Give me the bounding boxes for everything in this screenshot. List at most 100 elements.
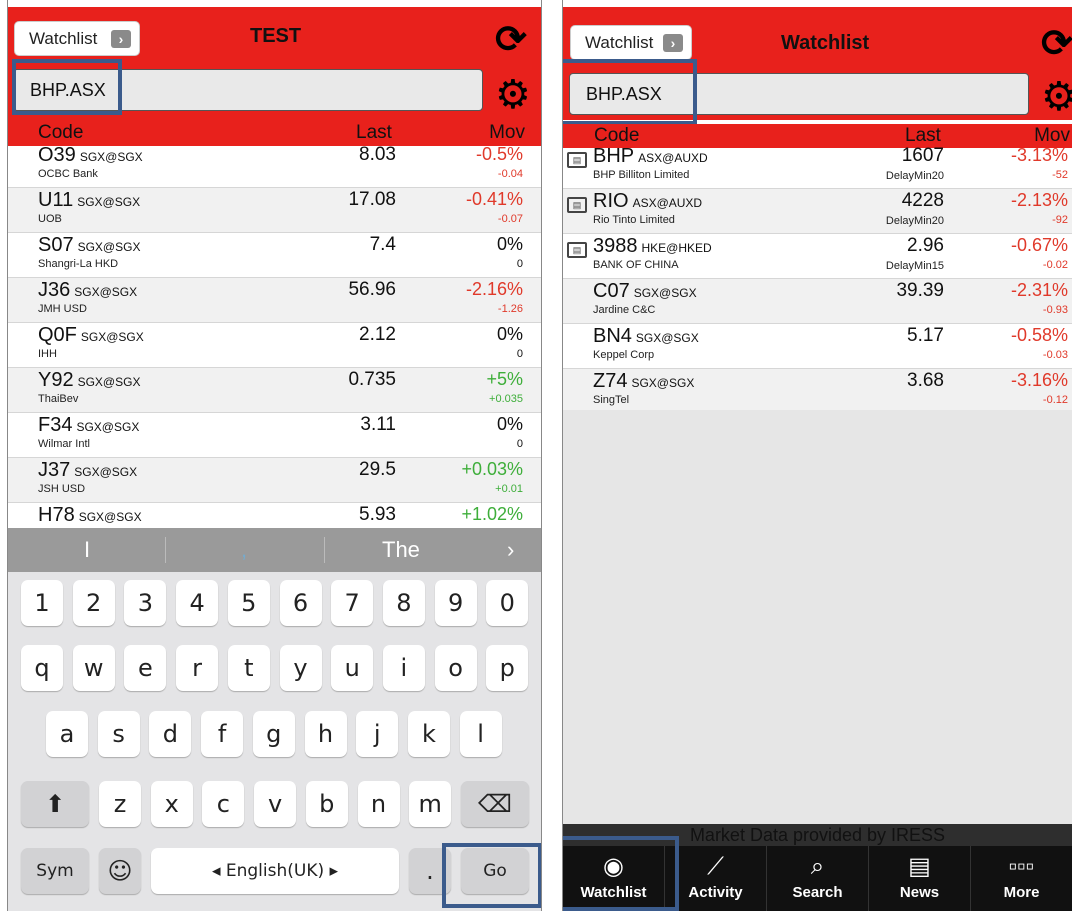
row-mov: -0.58% (1010, 325, 1068, 345)
key-7[interactable]: 7 (331, 580, 374, 626)
key-1[interactable]: 1 (21, 580, 63, 626)
key-2[interactable]: 2 (72, 580, 115, 626)
key-3[interactable]: 3 (124, 580, 167, 626)
table-row[interactable]: S07 SGX@SGX Shangri-La HKD 7.4 0% 0 (8, 233, 541, 278)
col-code: Code (38, 122, 84, 143)
chevron-right-icon: › (111, 30, 131, 48)
key-y[interactable]: y (279, 645, 322, 691)
sym-key[interactable]: Sym (21, 848, 89, 894)
gear-icon[interactable]: ⚙ (1041, 77, 1072, 117)
newspaper-icon[interactable]: ▤ (567, 152, 587, 168)
key-n[interactable]: n (357, 781, 400, 827)
key-q[interactable]: q (21, 645, 63, 691)
table-row[interactable]: U11 SGX@SGX UOB 17.08 -0.41% -0.07 (8, 188, 541, 233)
key-s[interactable]: s (97, 711, 140, 757)
row-code-symbol: F34 (38, 414, 73, 436)
key-m[interactable]: m (409, 781, 452, 827)
table-row[interactable]: F34 SGX@SGX Wilmar Intl 3.11 0% 0 (8, 413, 541, 458)
key-u[interactable]: u (331, 645, 374, 691)
nav-news[interactable]: ▤ News (869, 846, 971, 911)
watchlist-button[interactable]: Watchlist › (14, 21, 140, 56)
key-p[interactable]: p (486, 645, 529, 691)
key-j[interactable]: j (356, 711, 399, 757)
key-v[interactable]: v (254, 781, 297, 827)
nav-activity[interactable]: ⟋ Activity (665, 846, 767, 911)
suggestion-1[interactable]: I (84, 537, 90, 563)
key-z[interactable]: z (99, 781, 141, 827)
suggestion-2[interactable]: , (241, 537, 247, 563)
row-mov: +1.02% (461, 504, 523, 524)
row-code: Y92 SGX@SGX (38, 369, 140, 392)
newspaper-icon[interactable]: ▤ (567, 197, 587, 213)
newspaper-icon[interactable]: ▤ (567, 242, 587, 258)
key-c[interactable]: c (202, 781, 245, 827)
row-last: 5.17 (907, 325, 944, 346)
nav-more[interactable]: ▫▫▫ More (971, 846, 1072, 911)
suggestion-3[interactable]: The (382, 537, 420, 563)
nav-label: Search (792, 884, 843, 901)
table-row[interactable]: J36 SGX@SGX JMH USD 56.96 -2.16% -1.26 (8, 278, 541, 323)
row-code-symbol: C07 (593, 280, 630, 302)
key-e[interactable]: e (124, 645, 167, 691)
key-w[interactable]: w (72, 645, 115, 691)
table-row[interactable]: ▤ BHP ASX@AUXD BHP Billiton Limited 1607 Dela… (563, 144, 1072, 189)
key-h[interactable]: h (304, 711, 347, 757)
row-code-symbol: BHP (593, 145, 635, 167)
key-6[interactable]: 6 (279, 580, 322, 626)
space-key[interactable]: ◂ English(UK) ▸ (151, 848, 399, 894)
col-last: Last (356, 122, 392, 143)
key-9[interactable]: 9 (434, 580, 477, 626)
row-mov-change: -0.02 (1042, 259, 1068, 271)
key-8[interactable]: 8 (382, 580, 425, 626)
gear-icon[interactable]: ⚙ (495, 75, 531, 115)
shift-key[interactable]: ⬆ (21, 781, 89, 827)
row-last: 2.96 (907, 235, 944, 256)
key-d[interactable]: d (149, 711, 192, 757)
table-row[interactable]: Y92 SGX@SGX ThaiBev 0.735 +5% +0.035 (8, 368, 541, 413)
row-mov-change: 0 (516, 438, 523, 450)
table-row[interactable]: H78 SGX@SGX 5.93 +1.02% (8, 503, 541, 528)
row-code: J36 SGX@SGX (38, 279, 137, 302)
row-mov: +0.03% (461, 459, 523, 479)
row-code-symbol: BN4 (593, 325, 632, 347)
table-row[interactable]: J37 SGX@SGX JSH USD 29.5 +0.03% +0.01 (8, 458, 541, 503)
row-mov: +5% (486, 369, 523, 389)
row-mov: -0.67% (1010, 235, 1068, 255)
key-f[interactable]: f (201, 711, 244, 757)
refresh-icon[interactable]: ⟳ (495, 21, 527, 59)
row-mov-change: -92 (1052, 214, 1068, 226)
key-b[interactable]: b (305, 781, 348, 827)
table-row[interactable]: C07 SGX@SGX Jardine C&C 39.39 -2.31% -0.93 (563, 279, 1072, 324)
nav-search[interactable]: ⌕ Search (767, 846, 869, 911)
key-k[interactable]: k (407, 711, 450, 757)
row-exchange: SGX@SGX (76, 420, 140, 434)
table-row[interactable]: BN4 SGX@SGX Keppel Corp 5.17 -0.58% -0.03 (563, 324, 1072, 369)
row-code-symbol: 3988 (593, 235, 638, 257)
key-0[interactable]: 0 (486, 580, 529, 626)
chart-icon: ⟋ (707, 853, 724, 880)
key-o[interactable]: o (434, 645, 477, 691)
key-l[interactable]: l (459, 711, 502, 757)
table-row[interactable]: Z74 SGX@SGX SingTel 3.68 -3.16% -0.12 (563, 369, 1072, 414)
key-i[interactable]: i (382, 645, 425, 691)
watchlist-button[interactable]: Watchlist › (570, 25, 692, 60)
key-5[interactable]: 5 (227, 580, 270, 626)
row-code: J37 SGX@SGX (38, 459, 137, 482)
row-last: 7.4 (369, 234, 396, 255)
more-icon: ▫▫▫ (1008, 853, 1035, 880)
table-row[interactable]: ▤ RIO ASX@AUXD Rio Tinto Limited 4228 DelayMi… (563, 189, 1072, 234)
key-4[interactable]: 4 (176, 580, 219, 626)
row-mov: -0.5% (475, 144, 523, 164)
emoji-key[interactable]: ☺ (99, 848, 141, 894)
key-a[interactable]: a (46, 711, 88, 757)
key-r[interactable]: r (176, 645, 219, 691)
table-row[interactable]: O39 SGX@SGX OCBC Bank 8.03 -0.5% -0.04 (8, 143, 541, 188)
chevron-right-icon[interactable]: › (507, 537, 514, 563)
key-t[interactable]: t (227, 645, 270, 691)
key-x[interactable]: x (150, 781, 193, 827)
table-row[interactable]: Q0F SGX@SGX IHH 2.12 0% 0 (8, 323, 541, 368)
backspace-key[interactable]: ⌫ (461, 781, 529, 827)
table-row[interactable]: ▤ 3988 HKE@HKED BANK OF CHINA 2.96 DelayMin15… (563, 234, 1072, 279)
key-g[interactable]: g (252, 711, 295, 757)
refresh-icon[interactable]: ⟳ (1041, 25, 1072, 63)
